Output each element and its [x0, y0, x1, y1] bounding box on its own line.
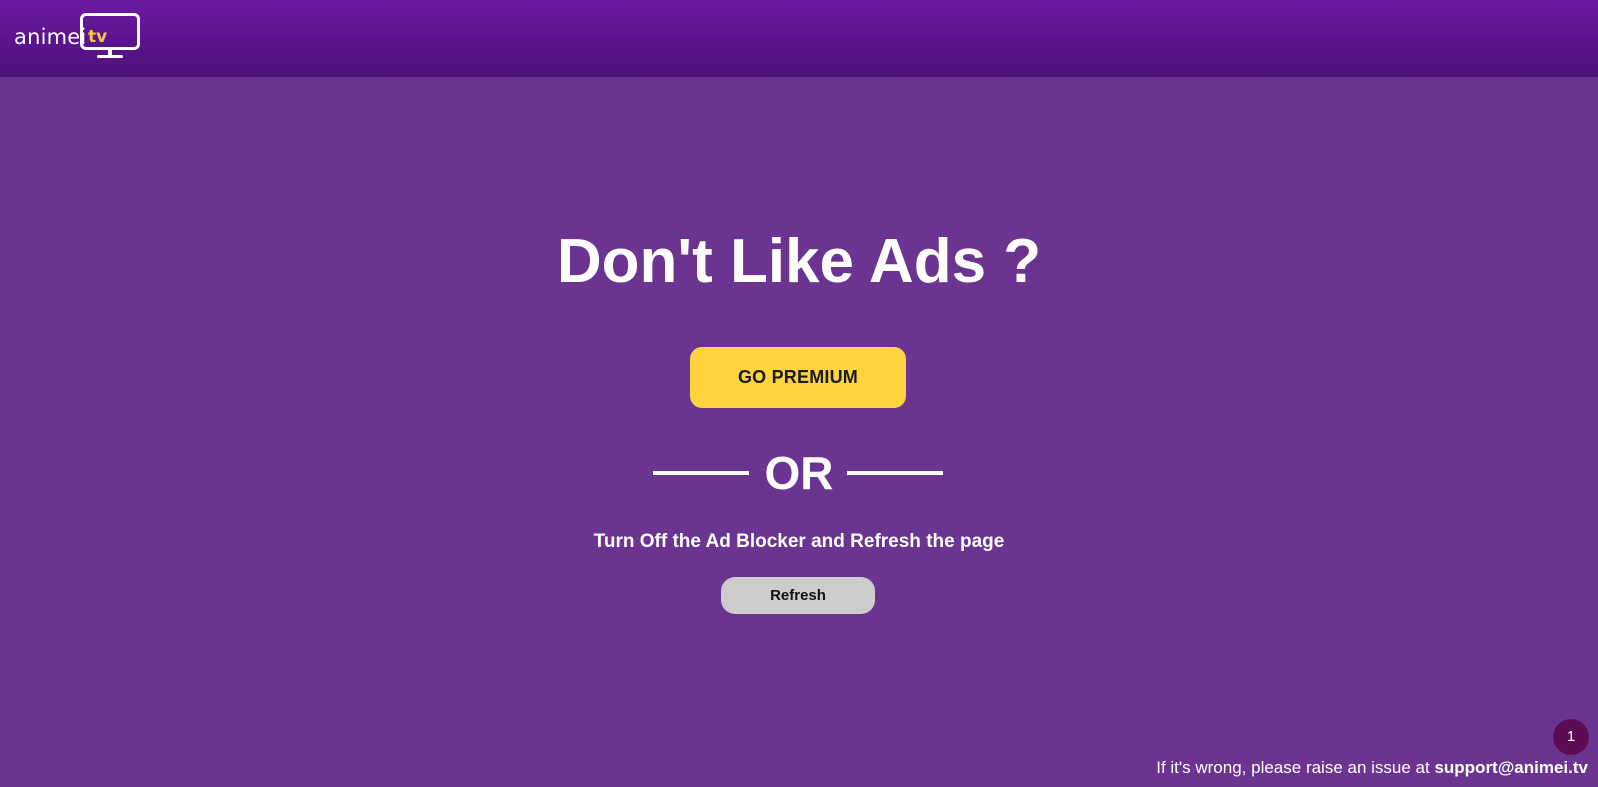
notification-badge[interactable]: 1 [1553, 719, 1589, 755]
tv-screen-icon: tv [80, 13, 140, 50]
top-bar: animei tv [0, 0, 1598, 77]
or-text: OR [764, 447, 834, 499]
support-note-prefix: If it's wrong, please raise an issue at [1156, 758, 1435, 777]
support-note: If it's wrong, please raise an issue at … [1156, 758, 1588, 778]
logo-link[interactable]: animei tv [14, 13, 140, 61]
tv-stand [97, 55, 123, 58]
or-divider: OR [0, 448, 1598, 498]
divider-line-right [847, 471, 943, 475]
logo-wordmark: animei [14, 25, 87, 49]
page-title: Don't Like Ads ? [556, 227, 1042, 296]
refresh-button[interactable]: Refresh [721, 577, 875, 614]
support-email-link[interactable]: support@animei.tv [1434, 758, 1588, 777]
go-premium-button[interactable]: GO PREMIUM [690, 347, 906, 408]
instructions-text: Turn Off the Ad Blocker and Refresh the … [593, 531, 1005, 552]
logo-tv-text: tv [88, 27, 108, 47]
